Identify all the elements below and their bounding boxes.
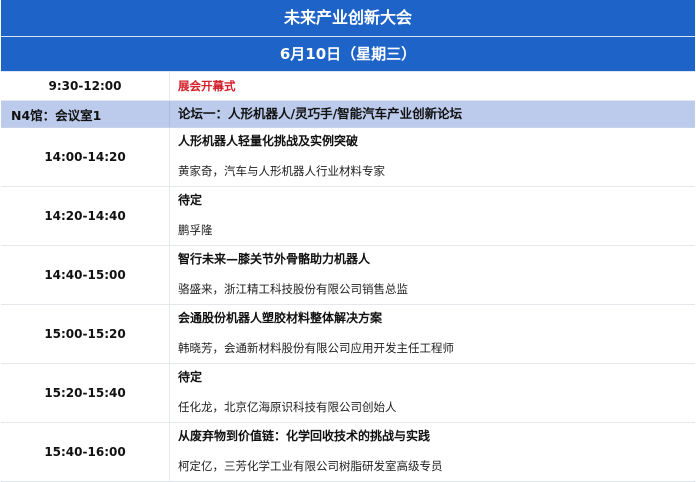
session-row: 14:00-14:20 人形机器人轻量化挑战及实例突破 黄家奇，汽车与人形机器人… — [1, 128, 695, 187]
session-time: 14:00-14:20 — [1, 128, 170, 186]
session-row: 15:40-16:00 从废弃物到价值链：化学回收技术的挑战与实践 柯定亿，三芳… — [1, 423, 695, 482]
session-speaker: 黄家奇，汽车与人形机器人行业材料专家 — [178, 164, 385, 178]
session-time: 15:20-15:40 — [1, 364, 170, 422]
session-time: 14:20-14:40 — [1, 187, 170, 245]
session-time: 15:40-16:00 — [1, 423, 170, 481]
opening-label: 展会开幕式 — [178, 79, 236, 93]
session-time: 15:00-15:20 — [1, 305, 170, 363]
event-date: 6月10日（星期三） — [1, 37, 695, 72]
session-topic: 人形机器人轻量化挑战及实例突破 — [178, 134, 359, 148]
session-topic: 会通股份机器人塑胶材料整体解决方案 — [178, 311, 383, 325]
venue-name: N4馆：会议室1 — [1, 101, 170, 127]
session-speaker: 任化龙，北京亿海原识科技有限公司创始人 — [178, 400, 397, 414]
session-row: 15:20-15:40 待定 任化龙，北京亿海原识科技有限公司创始人 — [1, 364, 695, 423]
session-speaker: 骆盛来，浙江精工科技股份有限公司销售总监 — [178, 282, 408, 296]
opening-time: 9:30-12:00 — [1, 72, 170, 100]
session-speaker: 韩晓芳，会通新材料股份有限公司应用开发主任工程师 — [178, 341, 454, 355]
event-title: 未来产业创新大会 — [1, 0, 695, 37]
session-topic: 智行未来—膝关节外骨骼助力机器人 — [178, 252, 371, 266]
venue-row: N4馆：会议室1 论坛一：人形机器人/灵巧手/智能汽车产业创新论坛 — [1, 101, 695, 128]
session-time: 14:40-15:00 — [1, 246, 170, 304]
session-row: 14:20-14:40 待定 鹏孚隆 — [1, 187, 695, 246]
session-speaker: 鹏孚隆 — [178, 223, 213, 237]
session-topic: 待定 — [178, 193, 203, 207]
opening-row: 9:30-12:00 展会开幕式 — [1, 72, 695, 101]
session-row: 15:00-15:20 会通股份机器人塑胶材料整体解决方案 韩晓芳，会通新材料股… — [1, 305, 695, 364]
agenda-table: 未来产业创新大会 6月10日（星期三） 9:30-12:00 展会开幕式 N4馆… — [1, 0, 695, 482]
forum-title: 论坛一：人形机器人/灵巧手/智能汽车产业创新论坛 — [178, 106, 463, 121]
session-topic: 待定 — [178, 370, 203, 384]
session-speaker: 柯定亿，三芳化学工业有限公司树脂研发室高级专员 — [178, 459, 443, 473]
session-topic: 从废弃物到价值链：化学回收技术的挑战与实践 — [178, 429, 431, 443]
session-row: 14:40-15:00 智行未来—膝关节外骨骼助力机器人 骆盛来，浙江精工科技股… — [1, 246, 695, 305]
